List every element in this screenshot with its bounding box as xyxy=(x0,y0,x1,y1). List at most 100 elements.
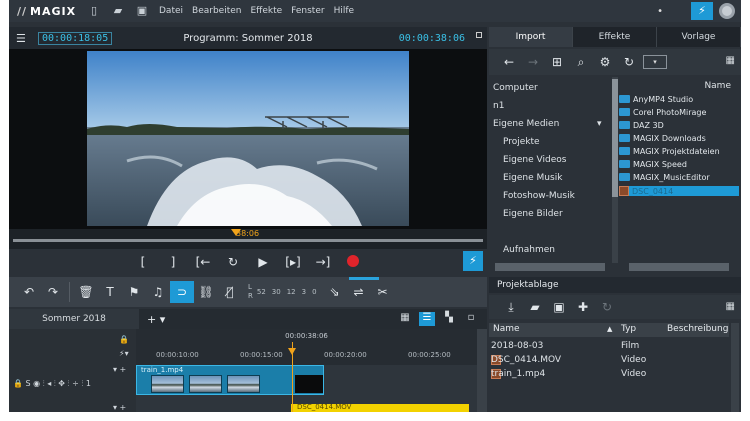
title-icon[interactable]: T xyxy=(98,285,122,299)
save-icon[interactable]: ▣ xyxy=(547,300,571,314)
timeline-scrollbar[interactable] xyxy=(477,329,487,412)
cut-tool-icon[interactable]: ⇘ xyxy=(323,285,347,299)
lock-icon[interactable]: 🔒 xyxy=(119,335,129,344)
solo-label[interactable]: S xyxy=(26,379,31,388)
sort-asc-icon[interactable]: ▲ xyxy=(607,325,612,333)
scrub-bar[interactable]: 38:06 xyxy=(9,229,487,249)
tree-item-computer[interactable]: Computer xyxy=(493,83,538,93)
tab-effekte[interactable]: Effekte xyxy=(573,27,657,47)
tree-hscrollbar[interactable] xyxy=(495,263,605,271)
chevron-down-icon[interactable]: ▾ xyxy=(597,119,602,129)
tab-sommer-2018[interactable]: Sommer 2018 xyxy=(9,309,139,329)
timeline-playhead[interactable] xyxy=(288,348,296,355)
open-folder-icon[interactable]: ▰ xyxy=(111,4,125,18)
record-button[interactable] xyxy=(338,254,368,270)
col-name[interactable]: Name xyxy=(493,324,520,334)
menu-bearbeiten[interactable]: Bearbeiten xyxy=(192,6,241,16)
tree-item-eigene-bilder[interactable]: Eigene Bilder xyxy=(503,209,563,219)
redo-icon[interactable]: ↷ xyxy=(41,285,65,299)
magnet-icon[interactable]: ⊃ xyxy=(170,281,194,303)
audio-icon[interactable]: ♫ xyxy=(146,285,170,299)
files-name-header[interactable]: Name xyxy=(619,81,735,93)
tree-item-n1[interactable]: n1 xyxy=(493,101,504,111)
track-controls[interactable]: 🔒 S ◉ ⫶ ◂ ⫶ ✥ ⫶ ÷ ⫶ 1 xyxy=(13,379,91,389)
delete-icon[interactable]: 🗑 xyxy=(74,285,98,299)
clip-train[interactable]: train_1.mp4 xyxy=(136,365,324,395)
menu-hilfe[interactable]: Hilfe xyxy=(334,6,354,16)
files-hscrollbar[interactable] xyxy=(629,263,729,271)
save-icon[interactable]: ▣ xyxy=(135,4,149,18)
scissors-icon[interactable]: ✂ xyxy=(371,285,395,299)
tree-item-eigene-musik[interactable]: Eigene Musik xyxy=(503,173,562,183)
tab-vorlagen[interactable]: Vorlage xyxy=(657,27,741,47)
back-arrow-icon[interactable]: ← xyxy=(497,55,521,69)
folder-item[interactable]: Corel PhotoMirage xyxy=(619,108,706,117)
panel-maximize-icon[interactable]: ▫ xyxy=(463,312,479,326)
unlink-icon[interactable]: ⛓̸ xyxy=(218,285,242,299)
tree-item-eigene-videos[interactable]: Eigene Videos xyxy=(503,155,566,165)
clip-dsc[interactable]: DSC_0414.MOV xyxy=(291,403,469,412)
grid-view-icon[interactable]: ▦ xyxy=(726,55,735,66)
trim-tool-icon[interactable]: ⇌ xyxy=(347,285,371,299)
fullscreen-button[interactable]: ⚡ xyxy=(463,251,483,271)
new-file-icon[interactable]: ▯ xyxy=(87,4,101,18)
refresh-icon[interactable]: ↻ xyxy=(617,55,641,69)
timeline-ruler[interactable]: 00:00:38:06 00:00:10:00 00:00:15:00 00:0… xyxy=(136,329,477,365)
jump-to-start-icon[interactable]: [← xyxy=(188,255,218,269)
tree-item-eigene-medien[interactable]: Eigene Medien xyxy=(493,119,559,129)
folder-icon xyxy=(619,121,630,129)
col-beschreibung[interactable]: Beschreibung xyxy=(667,324,728,334)
magic-wand-button[interactable]: ⚡ xyxy=(691,2,713,20)
link-icon[interactable]: ⛓ xyxy=(194,285,218,299)
scene-overview-icon[interactable]: ▚ xyxy=(441,312,457,326)
magix-app-window: //MAGIX ▯ ▰ ▣ Datei Bearbeiten Effekte F… xyxy=(9,0,741,412)
folder-icon[interactable]: ▰ xyxy=(523,300,547,314)
add-tab-icon[interactable]: + ▾ xyxy=(147,313,165,326)
timeline-view-icon[interactable]: ☰ xyxy=(419,312,435,326)
col-typ[interactable]: Typ xyxy=(621,324,636,334)
storyboard-view-icon[interactable]: ▦ xyxy=(397,312,413,326)
tab-import[interactable]: Import xyxy=(489,27,573,47)
menu-effekte[interactable]: Effekte xyxy=(250,6,282,16)
tree-scrollbar[interactable] xyxy=(612,77,618,263)
folder-item[interactable]: MAGIX_MusicEditor xyxy=(619,173,710,182)
folder-item[interactable]: DAZ 3D xyxy=(619,121,664,130)
disc-icon[interactable] xyxy=(719,3,735,19)
menu-fenster[interactable]: Fenster xyxy=(291,6,324,16)
tree-item-aufnahmen[interactable]: Aufnahmen xyxy=(503,245,555,255)
add-track-icon[interactable]: ▾ + xyxy=(113,365,126,374)
add-item-icon[interactable]: ✚ xyxy=(571,300,595,314)
folder-item[interactable]: MAGIX Projektdateien xyxy=(619,147,720,156)
mark-in-button[interactable]: [ xyxy=(128,255,158,269)
file-item-selected[interactable]: DSC_0414 xyxy=(619,186,739,196)
mark-out-button[interactable]: ] xyxy=(158,255,188,269)
grid-view-icon[interactable]: ▦ xyxy=(726,301,735,312)
play-icon[interactable]: ▶ xyxy=(248,255,278,269)
play-range-icon[interactable]: [▸] xyxy=(278,255,308,269)
undo-icon[interactable]: ↶ xyxy=(17,285,41,299)
search-icon[interactable]: ⌕ xyxy=(569,55,593,70)
scrub-track[interactable] xyxy=(13,239,483,242)
tree-item-projekte[interactable]: Projekte xyxy=(503,137,540,147)
loop-icon[interactable]: ↻ xyxy=(218,255,248,269)
current-timecode[interactable]: 00:00:18:05 xyxy=(38,31,113,45)
refresh-icon[interactable]: ↻ xyxy=(595,300,619,314)
tree-item-fotoshow-musik[interactable]: Fotoshow-Musik xyxy=(503,191,575,201)
tree-scroll-thumb[interactable] xyxy=(612,79,618,197)
marker-icon[interactable]: ⚑ xyxy=(122,285,146,299)
hamburger-menu-icon[interactable]: ☰ xyxy=(16,32,30,45)
download-icon[interactable]: ⤓ xyxy=(499,300,523,315)
projektablage-scrollbar[interactable] xyxy=(731,323,739,412)
jump-to-end-icon[interactable]: →] xyxy=(308,255,338,269)
gear-icon[interactable]: ⚙ xyxy=(593,55,617,69)
forward-arrow-icon[interactable]: → xyxy=(521,55,545,69)
folder-item[interactable]: MAGIX Downloads xyxy=(619,134,706,143)
menu-datei[interactable]: Datei xyxy=(159,6,183,16)
tree-view-icon[interactable]: ⊞ xyxy=(545,55,569,69)
folder-item[interactable]: AnyMP4 Studio xyxy=(619,95,693,104)
folder-item[interactable]: MAGIX Speed xyxy=(619,160,687,169)
track-tool-icon[interactable]: ⚡▾ xyxy=(119,349,129,358)
add-track-icon-2[interactable]: ▾ + xyxy=(113,403,126,412)
view-dropdown[interactable]: ▾ xyxy=(643,55,667,69)
maximize-monitor-icon[interactable] xyxy=(476,32,482,38)
